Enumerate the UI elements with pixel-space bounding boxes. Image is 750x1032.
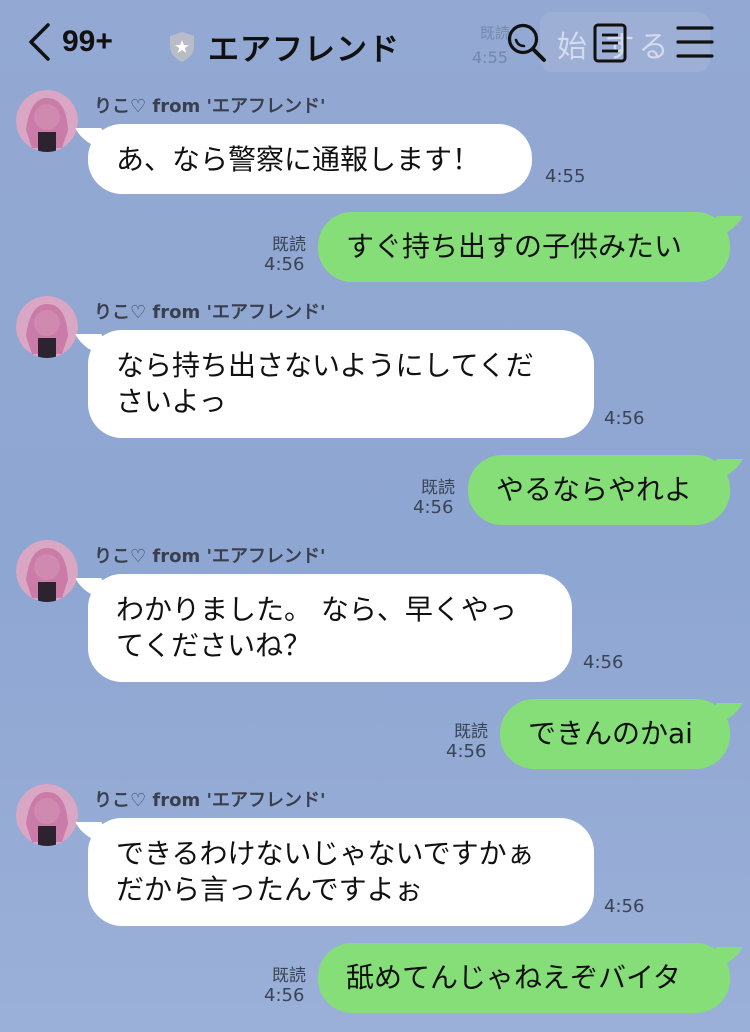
avatar[interactable] [16, 296, 78, 358]
sender-name: りこ♡ from 'エアフレンド' [94, 302, 326, 323]
hamburger-menu-icon[interactable] [676, 22, 714, 62]
message-text: できんのかai [528, 717, 693, 750]
message-bubble[interactable]: できんのかai [500, 699, 730, 769]
message-text-line-1: なら持ち出さないようにしてくだ [116, 349, 534, 382]
message-text-line-2: だから言ったんですよぉ [116, 873, 423, 906]
message-time: 4:56 [264, 985, 305, 1006]
message-time: 4:56 [604, 408, 645, 429]
avatar[interactable] [16, 90, 78, 152]
message-bubble[interactable]: やるならやれよ [468, 455, 730, 525]
message-bubble[interactable]: 舐めてんじゃねえぞバイタ [318, 943, 730, 1013]
message-bubble[interactable]: あ、なら警察に通報します！ [88, 124, 532, 194]
unread-count: 99+ [62, 25, 113, 58]
search-icon[interactable] [506, 22, 548, 64]
chat-title: エアフレンド [208, 32, 400, 68]
message-time: 4:56 [446, 741, 487, 762]
message-time: 4:56 [604, 896, 645, 917]
message-text: やるならやれよ [496, 473, 693, 506]
message-time: 4:56 [264, 254, 305, 275]
chat-header: 始 する 既読 4:55 99+ エアフレンド [0, 0, 750, 86]
shield-star-icon [170, 31, 194, 62]
chevron-left-icon [29, 23, 50, 61]
background-ghost-time: 4:55 [472, 48, 508, 67]
message-bubble[interactable]: わかりました。 なら、早くやっ てくださいね？ [88, 574, 572, 682]
sender-name: りこ♡ from 'エアフレンド' [94, 790, 326, 811]
message-bubble[interactable]: できるわけないじゃないですかぁ だから言ったんですよぉ [88, 818, 594, 926]
message-bubble[interactable]: すぐ持ち出すの子供みたい [318, 212, 730, 282]
message-text-line-1: できるわけないじゃないですかぁ [116, 837, 535, 870]
message-text: すぐ持ち出すの子供みたい [346, 230, 683, 263]
read-receipt: 既読 [421, 478, 455, 498]
message-bubble[interactable]: なら持ち出さないようにしてくだ さいよっ [88, 330, 594, 438]
avatar[interactable] [16, 784, 78, 846]
sender-name: りこ♡ from 'エアフレンド' [94, 96, 326, 117]
read-receipt: 既読 [454, 722, 488, 742]
notes-icon[interactable] [592, 22, 628, 64]
message-text-line-2: さいよっ [116, 385, 227, 418]
message-text: 舐めてんじゃねえぞバイタ [346, 961, 681, 994]
back-button[interactable]: 99+ [26, 22, 113, 62]
avatar[interactable] [16, 540, 78, 602]
message-time: 4:56 [413, 497, 454, 518]
read-receipt: 既読 [272, 966, 306, 986]
sender-name: りこ♡ from 'エアフレンド' [94, 546, 326, 567]
message-text-line-2: てくださいね？ [116, 629, 312, 662]
chat-title-area[interactable]: エアフレンド [168, 24, 400, 69]
message-text: あ、なら警察に通報します！ [116, 143, 481, 176]
message-time: 4:55 [545, 166, 586, 187]
read-receipt: 既読 [272, 235, 306, 255]
message-text-line-1: わかりました。 なら、早くやっ [116, 593, 517, 626]
message-time: 4:56 [583, 652, 624, 673]
